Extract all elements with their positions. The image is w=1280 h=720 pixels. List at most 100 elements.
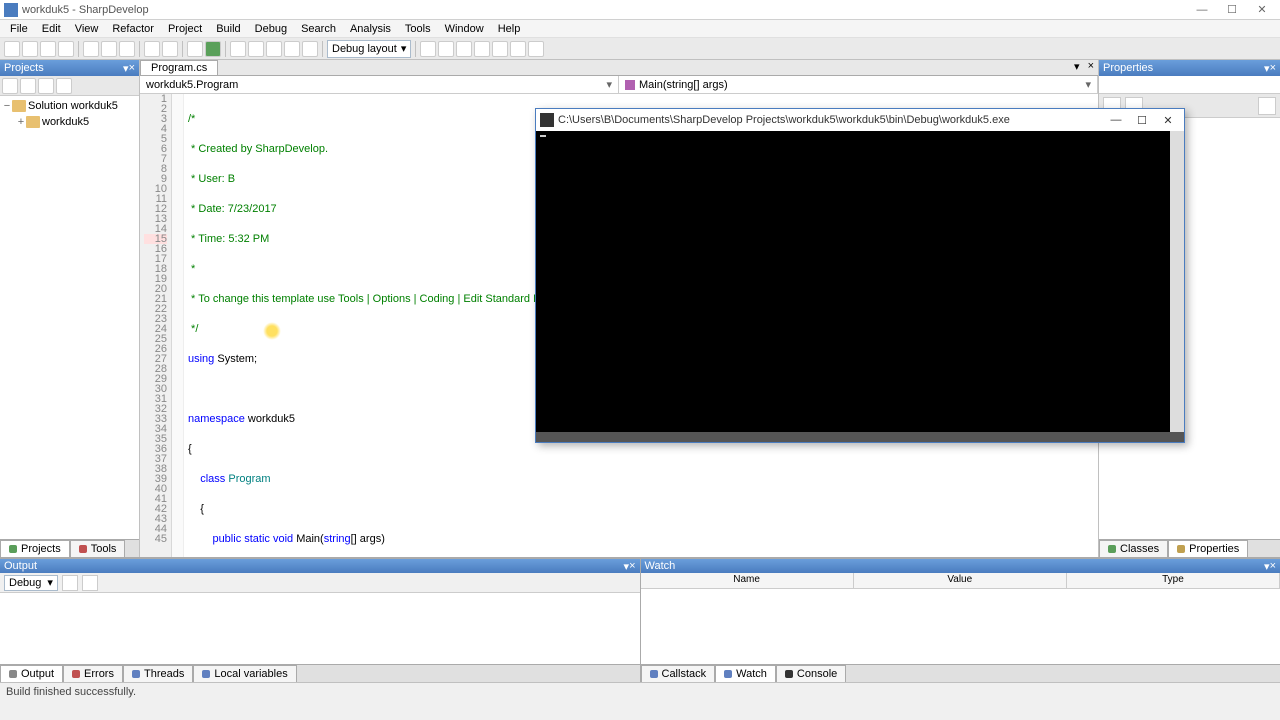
tab-watch[interactable]: Watch — [715, 665, 776, 682]
minimize-button[interactable]: — — [1188, 2, 1216, 18]
solution-tree[interactable]: −Solution workduk5 +workduk5 — [0, 96, 139, 539]
menu-search[interactable]: Search — [295, 21, 342, 37]
menu-refactor[interactable]: Refactor — [106, 21, 160, 37]
threads-tab-icon — [132, 670, 140, 678]
watch-columns: Name Value Type — [641, 573, 1280, 589]
tab-close-icon[interactable]: × — [1084, 60, 1098, 75]
file-tab-strip: Program.cs ▾ × — [140, 60, 1098, 76]
menu-help[interactable]: Help — [492, 21, 527, 37]
prop-pages-icon[interactable] — [1258, 97, 1276, 115]
properties-object-combo[interactable] — [1099, 76, 1280, 94]
console-titlebar[interactable]: C:\Users\B\Documents\SharpDevelop Projec… — [536, 109, 1184, 131]
maximize-button[interactable]: ☐ — [1218, 2, 1246, 18]
output-wrap-icon[interactable] — [82, 575, 98, 591]
tb-c[interactable] — [456, 41, 472, 57]
save-button[interactable] — [40, 41, 56, 57]
tb-f[interactable] — [510, 41, 526, 57]
open-button[interactable] — [22, 41, 38, 57]
console-close-button[interactable]: ✕ — [1156, 114, 1180, 127]
cut-button[interactable] — [83, 41, 99, 57]
proj-tb-1[interactable] — [2, 78, 18, 94]
tab-locals[interactable]: Local variables — [193, 665, 296, 682]
tab-console[interactable]: Console — [776, 665, 846, 682]
tab-projects[interactable]: Projects — [0, 540, 70, 557]
properties-tab-icon — [1177, 545, 1185, 553]
menu-tools[interactable]: Tools — [399, 21, 437, 37]
watch-tab-icon — [724, 670, 732, 678]
console-minimize-button[interactable]: — — [1104, 114, 1128, 127]
solution-node[interactable]: Solution workduk5 — [28, 100, 118, 112]
stepinto-button[interactable] — [284, 41, 300, 57]
console-body[interactable] — [536, 131, 1184, 442]
status-bar: Build finished successfully. — [0, 682, 1280, 700]
menu-file[interactable]: File — [4, 21, 34, 37]
redo-button[interactable] — [162, 41, 178, 57]
proj-tb-4[interactable] — [56, 78, 72, 94]
title-bar: workduk5 - SharpDevelop — ☐ ✕ — [0, 0, 1280, 20]
properties-close-icon[interactable]: × — [1270, 62, 1276, 74]
output-body[interactable] — [0, 593, 640, 664]
tb-e[interactable] — [492, 41, 508, 57]
tb-a[interactable] — [420, 41, 436, 57]
tb-d[interactable] — [474, 41, 490, 57]
menu-debug[interactable]: Debug — [249, 21, 293, 37]
watch-col-name[interactable]: Name — [641, 573, 854, 588]
tab-errors[interactable]: Errors — [63, 665, 123, 682]
console-scrollbar-h[interactable] — [536, 432, 1184, 442]
fold-gutter[interactable] — [172, 94, 184, 557]
console-window[interactable]: C:\Users\B\Documents\SharpDevelop Projec… — [535, 108, 1185, 443]
output-close-icon[interactable]: × — [629, 560, 635, 572]
locals-tab-icon — [202, 670, 210, 678]
stop-button[interactable] — [248, 41, 264, 57]
output-tab-icon — [9, 670, 17, 678]
run-button[interactable] — [205, 41, 221, 57]
menu-view[interactable]: View — [69, 21, 105, 37]
saveall-button[interactable] — [58, 41, 74, 57]
proj-tb-3[interactable] — [38, 78, 54, 94]
projects-close-icon[interactable]: × — [129, 62, 135, 74]
properties-header: Properties ▾ × — [1099, 60, 1280, 76]
project-node[interactable]: workduk5 — [42, 116, 89, 128]
watch-body[interactable] — [641, 589, 1280, 664]
copy-button[interactable] — [101, 41, 117, 57]
console-scrollbar-v[interactable] — [1170, 131, 1184, 432]
stepover-button[interactable] — [266, 41, 282, 57]
tab-callstack[interactable]: Callstack — [641, 665, 716, 682]
new-button[interactable] — [4, 41, 20, 57]
projects-tab-icon — [9, 545, 17, 553]
tab-properties[interactable]: Properties — [1168, 540, 1248, 557]
watch-col-type[interactable]: Type — [1067, 573, 1280, 588]
tools-tab-icon — [79, 545, 87, 553]
member-combo[interactable]: Main(string[] args)▾ — [619, 76, 1098, 93]
layout-combo[interactable]: Debug layout▾ — [327, 40, 411, 58]
output-clear-icon[interactable] — [62, 575, 78, 591]
tab-output[interactable]: Output — [0, 665, 63, 682]
proj-tb-2[interactable] — [20, 78, 36, 94]
projects-header: Projects ▾ × — [0, 60, 139, 76]
class-combo[interactable]: workduk5.Program▾ — [140, 76, 619, 93]
undo-button[interactable] — [144, 41, 160, 57]
pause-button[interactable] — [230, 41, 246, 57]
menu-build[interactable]: Build — [210, 21, 246, 37]
watch-panel: Watch▾× Name Value Type Callstack Watch … — [641, 559, 1280, 682]
menu-project[interactable]: Project — [162, 21, 208, 37]
find-button[interactable] — [528, 41, 544, 57]
console-maximize-button[interactable]: ☐ — [1130, 114, 1154, 127]
tb-b[interactable] — [438, 41, 454, 57]
watch-col-value[interactable]: Value — [854, 573, 1067, 588]
menu-window[interactable]: Window — [439, 21, 490, 37]
menu-analysis[interactable]: Analysis — [344, 21, 397, 37]
console-icon — [540, 113, 554, 127]
tab-classes[interactable]: Classes — [1099, 540, 1168, 557]
build-button[interactable] — [187, 41, 203, 57]
output-source-combo[interactable]: Debug▾ — [4, 575, 58, 591]
stepout-button[interactable] — [302, 41, 318, 57]
tab-threads[interactable]: Threads — [123, 665, 193, 682]
menu-edit[interactable]: Edit — [36, 21, 67, 37]
file-tab-program[interactable]: Program.cs — [140, 60, 218, 75]
tab-tools[interactable]: Tools — [70, 540, 126, 557]
close-button[interactable]: ✕ — [1248, 2, 1276, 18]
tab-list-icon[interactable]: ▾ — [1070, 60, 1084, 75]
watch-close-icon[interactable]: × — [1270, 560, 1276, 572]
paste-button[interactable] — [119, 41, 135, 57]
